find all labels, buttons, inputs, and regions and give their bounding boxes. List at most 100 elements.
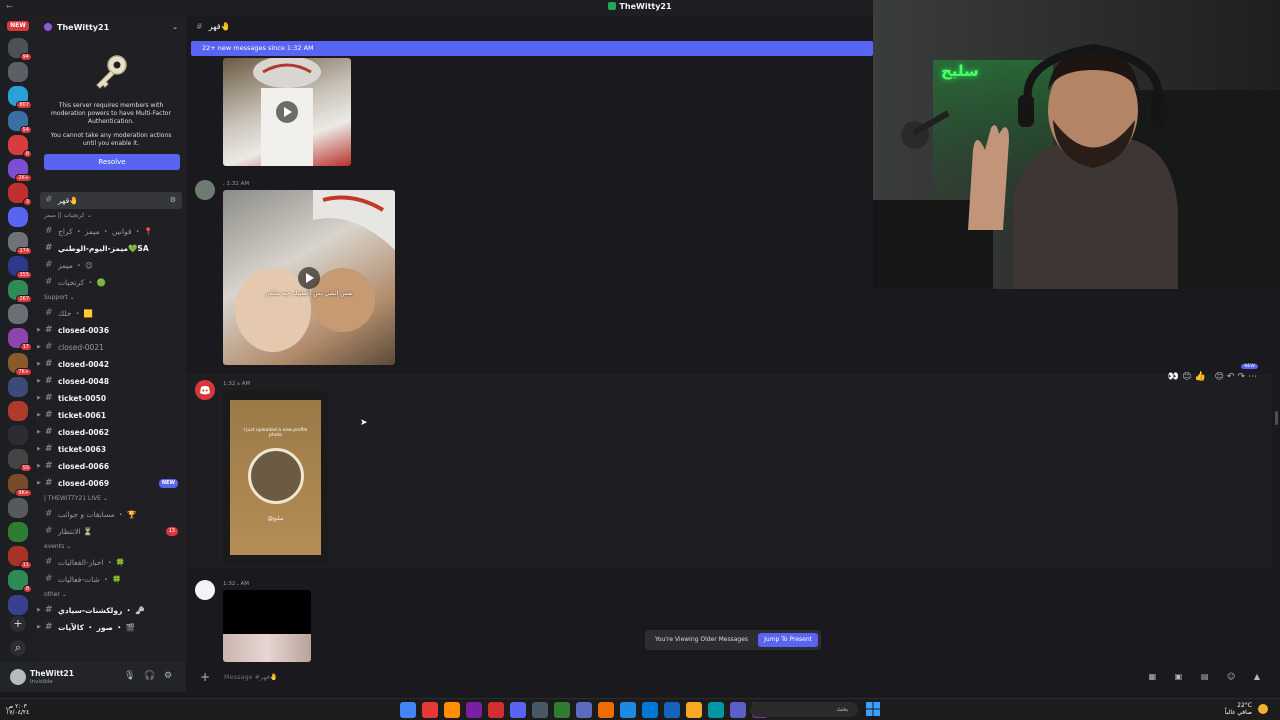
- taskbar-app-icon[interactable]: [554, 702, 570, 718]
- server-icon[interactable]: 54: [8, 110, 32, 134]
- add-attachment-icon[interactable]: +: [200, 670, 210, 684]
- resolve-button[interactable]: Resolve: [44, 154, 180, 170]
- server-icon[interactable]: [8, 376, 28, 397]
- server-icon[interactable]: 355: [8, 255, 32, 279]
- discord-avatar-icon[interactable]: [195, 380, 215, 400]
- message-actions-bar[interactable]: 👀😊👍 😊↶↷⋯ NEW: [1168, 364, 1260, 382]
- expand-arrow-icon[interactable]: ▶: [37, 475, 41, 492]
- expand-arrow-icon[interactable]: ▶: [37, 356, 41, 373]
- server-header[interactable]: TheWitty21 ⌄: [36, 16, 186, 38]
- channel-item[interactable]: # ميمز-اليوم-الوطني💚SA: [36, 240, 186, 257]
- expand-arrow-icon[interactable]: ▶: [37, 441, 41, 458]
- server-icon[interactable]: 7K+: [8, 352, 32, 376]
- add-server-icon[interactable]: +: [10, 616, 26, 632]
- new-messages-bar[interactable]: 22+ new messages since 1:32 AM: [191, 41, 873, 56]
- server-icon[interactable]: [8, 497, 28, 518]
- server-icon[interactable]: 3: [8, 183, 32, 207]
- image-attachment[interactable]: I just uploaded a new profile photo @سلي…: [223, 390, 328, 566]
- message-avatar[interactable]: [195, 180, 215, 200]
- taskbar-app-icon[interactable]: [620, 702, 636, 718]
- composer-icons[interactable]: ▦ ▣ ▤ ☺ ▲: [1149, 672, 1268, 681]
- server-icon[interactable]: 274: [8, 231, 32, 255]
- channel-item[interactable]: # قوانين ・ ميمز ・ كراج ・ 📍: [36, 223, 186, 240]
- microphone-icon[interactable]: 🎙: [124, 671, 135, 681]
- expand-arrow-icon[interactable]: ▶: [37, 424, 41, 441]
- channel-settings-icon[interactable]: ⚙: [170, 192, 176, 209]
- expand-arrow-icon[interactable]: ▶: [37, 390, 41, 407]
- chevron-down-icon[interactable]: ⌄: [172, 23, 178, 31]
- expand-arrow-icon[interactable]: ▶: [37, 619, 41, 636]
- taskbar-app-icon[interactable]: [664, 702, 680, 718]
- server-icon[interactable]: SS: [8, 449, 32, 473]
- taskbar-app-icon[interactable]: [642, 702, 658, 718]
- channel-item[interactable]: # خلك ・ 🟨: [36, 305, 186, 322]
- server-icon[interactable]: 9K+: [8, 473, 32, 497]
- scrollbar-thumb[interactable]: [1275, 411, 1278, 425]
- channel-item[interactable]: ▶ # ticket-0063: [36, 441, 186, 458]
- expand-arrow-icon[interactable]: ▶: [37, 602, 41, 619]
- expand-arrow-icon[interactable]: ▶: [37, 373, 41, 390]
- taskbar-app-icon[interactable]: [708, 702, 724, 718]
- server-icon[interactable]: 17: [8, 328, 32, 352]
- windows-start-icon[interactable]: [866, 702, 880, 716]
- channel-category[interactable]: events ⌄: [36, 540, 186, 554]
- channel-item[interactable]: # الانتظار ⏳ 13: [36, 523, 186, 540]
- taskbar-app-icon[interactable]: [686, 702, 702, 718]
- gear-icon[interactable]: ⚙: [164, 671, 172, 681]
- taskbar-app-icon[interactable]: [466, 702, 482, 718]
- play-icon[interactable]: [298, 266, 320, 289]
- channel-item[interactable]: ▶ # closed-0021: [36, 339, 186, 356]
- channel-item[interactable]: ▶ # closed-0036: [36, 322, 186, 339]
- server-icon[interactable]: 8: [8, 570, 32, 594]
- taskbar-app-icon[interactable]: [730, 702, 746, 718]
- taskbar-app-icon[interactable]: [422, 702, 438, 718]
- channel-item[interactable]: ▶ # closed-0048: [36, 373, 186, 390]
- server-icon[interactable]: [8, 62, 28, 83]
- channel-item[interactable]: ▶ # closed-0062: [36, 424, 186, 441]
- channel-item[interactable]: ▶ # صور ・ كالآيات ・ 🎬: [36, 619, 186, 636]
- expand-arrow-icon[interactable]: ▶: [37, 407, 41, 424]
- taskbar-app-icon[interactable]: [510, 702, 526, 718]
- server-icon[interactable]: 267: [8, 280, 32, 303]
- server-icon[interactable]: 94: [8, 38, 32, 61]
- server-icon[interactable]: [8, 401, 28, 421]
- taskbar-app-icon[interactable]: [532, 702, 548, 718]
- server-icon[interactable]: 807: [8, 86, 32, 110]
- channel-category[interactable]: كرتجيات || ميمز ⌄: [36, 209, 186, 223]
- message-composer[interactable]: + Message #قهر🤚 ▦ ▣ ▤ ☺ ▲: [186, 664, 1280, 692]
- server-icon[interactable]: [8, 425, 28, 446]
- taskbar-app-icon[interactable]: [488, 702, 504, 718]
- channel-item[interactable]: # قهر🤚 ⚙: [40, 192, 182, 209]
- video-attachment[interactable]: نفس الشي بس أعطيتك حبه شلش: [223, 190, 395, 365]
- channel-item[interactable]: # مسابقات و جوائب ・ 🏆: [36, 506, 186, 523]
- channel-category[interactable]: Support ⌄: [36, 291, 186, 305]
- server-icon[interactable]: [8, 522, 28, 542]
- video-attachment[interactable]: [223, 58, 351, 166]
- server-icon[interactable]: [8, 304, 28, 325]
- server-icon[interactable]: 2K+: [8, 159, 32, 182]
- channel-item[interactable]: ▶ # closed-0042: [36, 356, 186, 373]
- reaction-icons[interactable]: 👀😊👍 😊↶↷⋯: [1168, 372, 1260, 382]
- taskbar-app-icon[interactable]: [598, 702, 614, 718]
- channel-item[interactable]: ▶ # closed-0066: [36, 458, 186, 475]
- explore-icon[interactable]: ⌕: [10, 640, 26, 656]
- jump-to-present-button[interactable]: Jump To Present: [758, 633, 818, 647]
- weather-widget[interactable]: 22°C صافي غالباً: [1225, 702, 1252, 716]
- server-icon[interactable]: [8, 207, 28, 228]
- video-attachment[interactable]: [223, 590, 311, 662]
- taskbar-app-icon[interactable]: [444, 702, 460, 718]
- expand-arrow-icon[interactable]: ▶: [37, 458, 41, 475]
- taskbar-search[interactable]: بحث: [750, 702, 858, 717]
- composer-placeholder[interactable]: Message #قهر🤚: [224, 673, 278, 681]
- channel-item[interactable]: ▶ # رولكشنات-سيادي ・ 🗝: [36, 602, 186, 619]
- channel-item[interactable]: # اخبار-الفعاليات ・ 🍀: [36, 554, 186, 571]
- channel-item[interactable]: ▶ # closed-0069 NEW: [36, 475, 186, 492]
- user-avatar[interactable]: [10, 669, 26, 685]
- channel-item[interactable]: # شات-فعاليات ・ 🍀: [36, 571, 186, 588]
- server-icon[interactable]: [8, 594, 28, 615]
- expand-arrow-icon[interactable]: ▶: [37, 322, 41, 339]
- taskbar-app-icon[interactable]: [400, 702, 416, 718]
- channel-item[interactable]: # كرتجيات ・ 🟢: [36, 274, 186, 291]
- channel-category[interactable]: | THEWITTY21 LIVE ⌄: [36, 492, 186, 506]
- channel-category[interactable]: other ⌄: [36, 588, 186, 602]
